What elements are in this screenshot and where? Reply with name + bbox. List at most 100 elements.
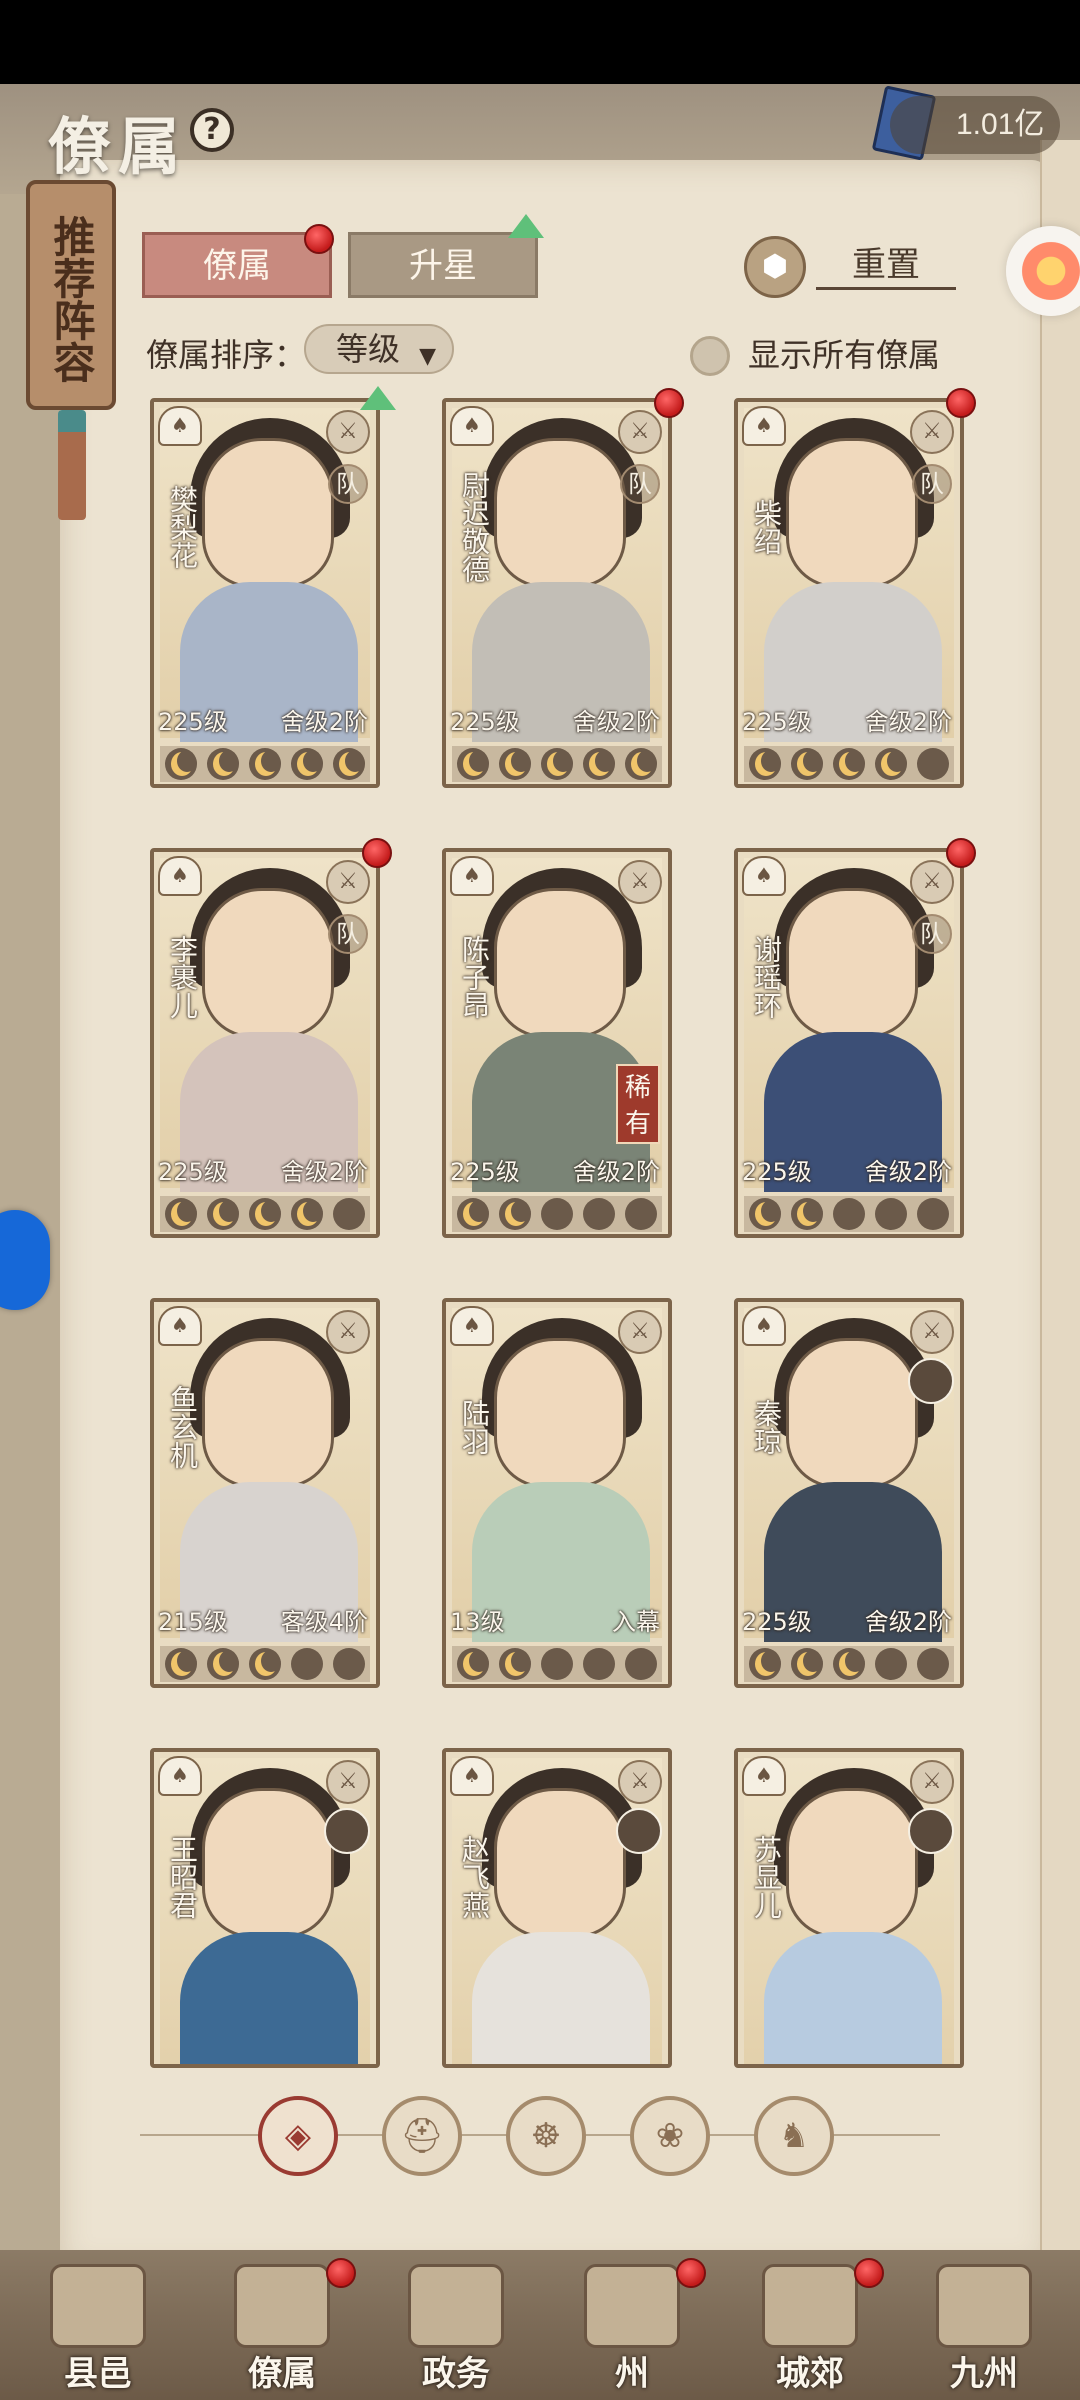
moon-star-icon bbox=[457, 1198, 489, 1230]
moon-star-icon bbox=[541, 1648, 573, 1680]
card-portrait bbox=[202, 1788, 334, 1938]
moon-star-icon bbox=[583, 1648, 615, 1680]
moon-star-icon bbox=[625, 1198, 657, 1230]
moon-star-icon bbox=[249, 1198, 281, 1230]
sword-icon: ⚔ bbox=[618, 410, 662, 454]
card-level: 225级 bbox=[158, 1158, 228, 1186]
card-rank: 客级4阶 bbox=[280, 1608, 368, 1636]
subordinate-card[interactable]: ♠ ⚔ 王昭君 bbox=[150, 1748, 380, 2068]
subordinate-card[interactable]: ♠ ⚔ 队李裹儿 225级 舍级2阶 bbox=[150, 848, 380, 1238]
moon-star-icon bbox=[207, 748, 239, 780]
card-portrait-body bbox=[180, 1932, 358, 2064]
sort-value: 等级 bbox=[336, 330, 401, 368]
card-rank: 舍级2阶 bbox=[280, 708, 368, 736]
subordinate-card[interactable]: ♠ ⚔ 秦琼 225级 舍级2阶 bbox=[734, 1298, 964, 1688]
nav-item-5[interactable]: 九州 bbox=[904, 2258, 1064, 2398]
helmet-icon: ♠ bbox=[450, 1306, 494, 1346]
card-notification-dot bbox=[946, 388, 976, 418]
subordinate-card[interactable]: ♠ ⚔ 队樊梨花 225级 舍级2阶 bbox=[150, 398, 380, 788]
moon-star-icon bbox=[165, 748, 197, 780]
nav-item-0[interactable]: 县邑 bbox=[18, 2258, 178, 2398]
cat-icon[interactable]: ☸ bbox=[506, 2096, 586, 2176]
show-all-toggle[interactable] bbox=[690, 336, 730, 376]
helmet-icon: ♠ bbox=[450, 406, 494, 446]
moon-star-icon bbox=[541, 748, 573, 780]
card-name: 陈子昂 bbox=[458, 935, 491, 1019]
sword-icon: ⚔ bbox=[910, 1760, 954, 1804]
card-portrait bbox=[786, 438, 918, 588]
card-portrait bbox=[202, 888, 334, 1038]
moon-star-icon bbox=[583, 1198, 615, 1230]
diamond-grid-icon[interactable]: ◈ bbox=[258, 2096, 338, 2176]
side-drawer-handle[interactable] bbox=[0, 1210, 50, 1310]
team-badge: 队 bbox=[328, 914, 368, 954]
rarity-badge: 稀有 bbox=[616, 1064, 660, 1144]
sort-label: 僚属排序： bbox=[146, 336, 307, 374]
card-name: 谢瑶环 bbox=[750, 935, 783, 1019]
lion-icon: ♠ bbox=[742, 406, 786, 446]
subordinate-card[interactable]: ♠ ⚔ 鱼玄机 215级 客级4阶 bbox=[150, 1298, 380, 1688]
moon-star-icon bbox=[499, 748, 531, 780]
card-name: 王昭君 bbox=[166, 1835, 199, 1919]
sort-dropdown[interactable]: 等级 ▼ bbox=[304, 324, 454, 374]
partner-avatar bbox=[616, 1808, 662, 1854]
star-rating bbox=[452, 746, 662, 782]
moon-star-icon bbox=[541, 1198, 573, 1230]
star-rating bbox=[160, 1196, 370, 1232]
moon-star-icon bbox=[875, 748, 907, 780]
moon-star-icon bbox=[625, 1648, 657, 1680]
moon-star-icon bbox=[291, 1198, 323, 1230]
moon-star-icon bbox=[791, 748, 823, 780]
subordinate-card[interactable]: ♠ ⚔ 苏显儿 bbox=[734, 1748, 964, 2068]
subordinate-card[interactable]: ♠ ⚔ 陆羽 13级 入幕 bbox=[442, 1298, 672, 1688]
nav-building-icon bbox=[234, 2264, 330, 2348]
currency-counter[interactable]: 1.01亿 bbox=[890, 96, 1060, 154]
team-badge: 队 bbox=[620, 464, 660, 504]
team-badge: 队 bbox=[912, 464, 952, 504]
nav-building-icon bbox=[584, 2264, 680, 2348]
helmet-icon[interactable]: ⛑ bbox=[382, 2096, 462, 2176]
reset-button[interactable]: 重置 bbox=[816, 242, 956, 290]
moon-star-icon bbox=[207, 1648, 239, 1680]
card-name: 秦琼 bbox=[750, 1399, 783, 1455]
card-portrait bbox=[494, 1788, 626, 1938]
nav-label: 僚属 bbox=[248, 2354, 316, 2394]
tab-star-up[interactable]: 升星 bbox=[348, 232, 538, 298]
yin-yang-icon: ⚔ bbox=[326, 860, 370, 904]
moon-star-icon bbox=[165, 1648, 197, 1680]
yin-yang-icon: ⚔ bbox=[326, 1760, 370, 1804]
card-name: 李裹儿 bbox=[166, 935, 199, 1019]
fan-icon: ♠ bbox=[158, 406, 202, 446]
fan-icon: ♠ bbox=[158, 1306, 202, 1346]
sword-icon: ⚔ bbox=[618, 1760, 662, 1804]
subordinate-card[interactable]: ♠ ⚔ 队谢瑶环 225级 舍级2阶 bbox=[734, 848, 964, 1238]
subordinate-card[interactable]: ♠ ⚔ 队 尉迟敬德 225级 舍级2阶 bbox=[442, 398, 672, 788]
card-portrait bbox=[202, 438, 334, 588]
card-name: 尉迟敬德 bbox=[458, 471, 491, 583]
moon-star-icon bbox=[791, 1648, 823, 1680]
card-name: 樊梨花 bbox=[166, 485, 199, 569]
card-portrait-body bbox=[472, 1932, 650, 2064]
fan-icon: ♠ bbox=[450, 1756, 494, 1796]
moon-star-icon bbox=[249, 1648, 281, 1680]
card-rank: 入幕 bbox=[612, 1608, 660, 1636]
moon-star-icon bbox=[833, 1198, 865, 1230]
nav-item-2[interactable]: 政务 bbox=[376, 2258, 536, 2398]
subordinate-card[interactable]: ♠ ⚔ 陈子昂 稀有 225级 舍级2阶 bbox=[442, 848, 672, 1238]
hat-icon: ⚔ bbox=[618, 1310, 662, 1354]
recommend-lineup-button[interactable]: 推荐阵容 bbox=[26, 180, 116, 410]
card-portrait bbox=[494, 1338, 626, 1488]
card-name: 鱼玄机 bbox=[166, 1385, 199, 1469]
moon-star-icon bbox=[457, 748, 489, 780]
subordinate-card[interactable]: ♠ ⚔ 赵飞燕 bbox=[442, 1748, 672, 2068]
star-rating bbox=[160, 1646, 370, 1682]
sword-icon: ⚔ bbox=[910, 1310, 954, 1354]
fan-icon[interactable]: ❀ bbox=[630, 2096, 710, 2176]
cat-icon: ♠ bbox=[742, 1756, 786, 1796]
help-icon[interactable]: ? bbox=[190, 108, 234, 152]
moon-star-icon bbox=[875, 1198, 907, 1230]
lion-icon[interactable]: ♞ bbox=[754, 2096, 834, 2176]
subordinate-card[interactable]: ♠ ⚔ 队柴绍 225级 舍级2阶 bbox=[734, 398, 964, 788]
hexagon-arrows-icon[interactable]: ⬢ bbox=[744, 236, 806, 298]
moon-star-icon bbox=[333, 1648, 365, 1680]
